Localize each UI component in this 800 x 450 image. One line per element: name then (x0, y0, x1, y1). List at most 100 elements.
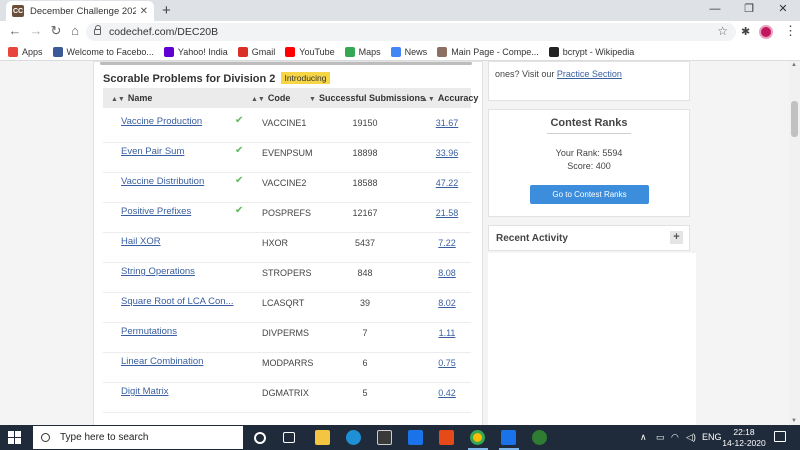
active-tab[interactable]: CC December Challenge 2020 Divisio ✕ (6, 1, 154, 21)
col-name-label: Name (127, 93, 153, 103)
successful-submissions: 5 (362, 388, 368, 398)
page-scrollbar[interactable]: ▲ ▼ (789, 61, 800, 425)
accuracy-link[interactable]: 8.08 (423, 268, 471, 278)
accuracy-link[interactable]: 1.11 (423, 328, 471, 338)
bookmark-item[interactable]: Yahoo! India (163, 46, 228, 57)
language-indicator[interactable]: ENG (702, 432, 722, 442)
accuracy-link[interactable]: 47.22 (423, 178, 471, 188)
url-field[interactable]: codechef.com/DEC20B ☆ (86, 23, 736, 41)
bookmark-item[interactable]: Gmail (237, 46, 275, 57)
col-code-header[interactable]: ▲▼ Code (251, 93, 290, 103)
codechef-favicon-icon: CC (12, 5, 24, 17)
expand-plus-icon[interactable]: + (670, 231, 683, 244)
tab-close-icon[interactable]: ✕ (140, 6, 148, 17)
new-tab-button[interactable]: + (162, 2, 171, 19)
sort-icon: ▲▼ (111, 96, 125, 103)
task-view-icon[interactable] (283, 432, 295, 443)
col-accuracy-header[interactable]: ▲▼ Accuracy (421, 93, 478, 103)
whatsapp-icon[interactable] (532, 430, 547, 445)
problem-name-link[interactable]: Linear Combination (121, 356, 203, 367)
bookmark-item[interactable]: Welcome to Facebo... (52, 46, 154, 57)
successful-submissions: 19150 (352, 118, 378, 128)
accuracy-link[interactable]: 0.42 (423, 388, 471, 398)
mail-icon[interactable] (408, 430, 423, 445)
successful-submissions: 5437 (354, 238, 376, 248)
minimize-button[interactable]: — (698, 0, 732, 21)
maximize-button[interactable]: ❐ (732, 0, 766, 21)
col-accuracy-label: Accuracy (437, 93, 479, 103)
scroll-thumb[interactable] (791, 101, 798, 137)
col-name-header[interactable]: ▲▼ Name (111, 93, 152, 103)
edge-icon[interactable] (346, 430, 361, 445)
bookmark-label: Maps (358, 46, 381, 57)
accuracy-link[interactable]: 0.75 (423, 358, 471, 368)
problem-name-link[interactable]: Hail XOR (121, 236, 161, 247)
problem-code: DGMATRIX (262, 388, 309, 398)
problem-name-link[interactable]: Even Pair Sum (121, 146, 184, 157)
volume-icon[interactable]: ◁) (686, 432, 696, 443)
media-player-icon[interactable] (501, 430, 516, 445)
problem-name-link[interactable]: String Operations (121, 266, 195, 277)
home-icon[interactable]: ⌂ (66, 23, 84, 38)
browser-menu-icon[interactable]: ⋮ (784, 23, 797, 39)
bookmark-item[interactable]: YouTube (285, 46, 335, 57)
problem-name-link[interactable]: Vaccine Production (121, 116, 202, 127)
bookmark-star-icon[interactable]: ☆ (717, 24, 728, 38)
activity-panel (488, 253, 696, 425)
solved-check-icon: ✔ (235, 145, 244, 156)
score-text: Score: 400 (567, 161, 611, 171)
problem-code: LCASQRT (262, 298, 305, 308)
address-bar-row: ← → ↻ ⌂ codechef.com/DEC20B ☆ ✱ (0, 21, 800, 43)
practice-prefix: ones? Visit our (495, 69, 557, 79)
bookmark-item[interactable]: bcrypt - Wikipedia (548, 46, 634, 57)
practice-text: ones? Visit our Practice Section (495, 69, 622, 79)
col-subs-header[interactable]: ▼ Successful Submissions (309, 93, 425, 103)
file-explorer-icon[interactable] (315, 430, 330, 445)
cortana-icon[interactable] (254, 432, 266, 444)
close-window-button[interactable]: ✕ (766, 0, 800, 21)
problem-name-link[interactable]: Digit Matrix (121, 386, 169, 397)
successful-submissions: 7 (362, 328, 368, 338)
profile-avatar[interactable] (759, 25, 773, 39)
problem-name-link[interactable]: Positive Prefixes (121, 206, 191, 217)
problem-code: VACCINE1 (262, 118, 307, 128)
tray-chevron-icon[interactable]: ∧ (640, 432, 647, 443)
wifi-icon[interactable]: ◠ (671, 432, 679, 443)
problem-code: STROPERS (262, 268, 312, 278)
bookmarks-bar: Apps Welcome to Facebo... Yahoo! India Gmai… (0, 43, 800, 61)
table-row: String Operations STROPERS 848 8.08 (103, 263, 471, 293)
battery-icon[interactable]: ▭ (656, 432, 665, 443)
bookmark-item[interactable]: Apps (8, 46, 43, 57)
accuracy-link[interactable]: 7.22 (423, 238, 471, 248)
go-to-contest-ranks-button[interactable]: Go to Contest Ranks (530, 185, 649, 204)
accuracy-link[interactable]: 21.58 (423, 208, 471, 218)
system-clock[interactable]: 22:18 14-12-2020 (722, 427, 766, 449)
accuracy-link[interactable]: 31.67 (423, 118, 471, 128)
problem-name-link[interactable]: Vaccine Distribution (121, 176, 204, 187)
office-icon[interactable] (439, 430, 454, 445)
windows-start-icon[interactable] (8, 431, 21, 444)
notification-icon[interactable] (774, 431, 786, 442)
clock-time: 22:18 (733, 427, 755, 437)
problem-name-link[interactable]: Square Root of LCA Con... (121, 296, 233, 307)
chrome-icon[interactable] (470, 430, 485, 445)
store-icon[interactable] (377, 430, 392, 445)
accuracy-link[interactable]: 8.02 (423, 298, 471, 308)
practice-section-link[interactable]: Practice Section (557, 69, 622, 79)
reload-icon[interactable]: ↻ (47, 23, 65, 39)
contest-ranks-divider (547, 133, 631, 134)
bookmark-item[interactable]: News (390, 46, 427, 57)
bookmark-label: Apps (22, 46, 43, 57)
back-arrow-icon[interactable]: ← (6, 23, 24, 38)
forward-arrow-icon[interactable]: → (27, 23, 45, 38)
accuracy-link[interactable]: 33.96 (423, 148, 471, 158)
taskbar-search-box[interactable]: Type here to search (33, 426, 243, 449)
bookmark-item[interactable]: Maps (344, 46, 381, 57)
extensions-puzzle-icon[interactable]: ✱ (741, 25, 750, 38)
scroll-up-icon[interactable]: ▲ (791, 62, 797, 68)
wikipedia-w-icon (548, 46, 559, 57)
page-content: Scorable Problems for Division 2 Introdu… (0, 61, 800, 425)
bookmark-item[interactable]: Main Page - Compe... (437, 46, 539, 57)
scroll-down-icon[interactable]: ▼ (791, 418, 797, 424)
problem-name-link[interactable]: Permutations (121, 326, 177, 337)
